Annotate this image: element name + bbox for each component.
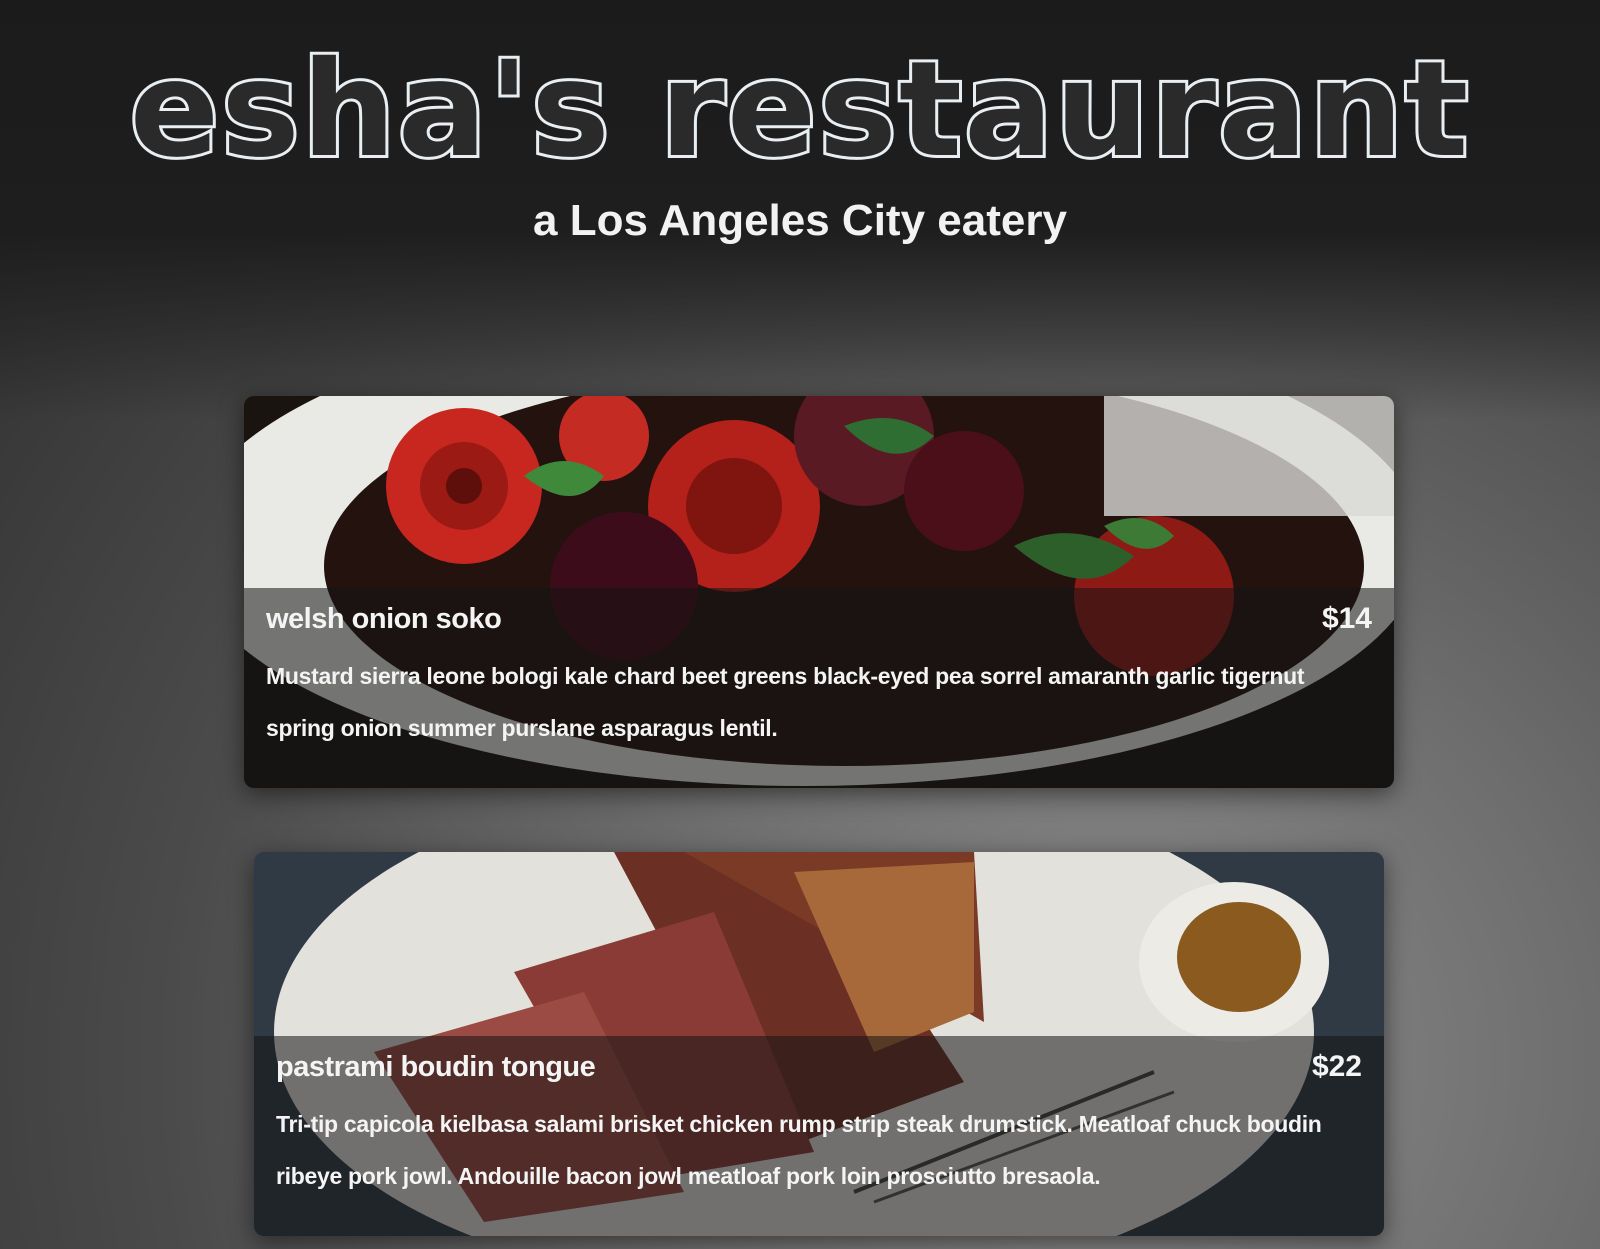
site-header: esha's restaurant a Los Angeles City eat… <box>0 30 1600 246</box>
menu-item-caption: pastrami boudin tongue $22 Tri-tip capic… <box>254 1036 1384 1236</box>
dish-description: Tri-tip capicola kielbasa salami brisket… <box>276 1111 1322 1189</box>
dish-price: $14 <box>1321 602 1372 635</box>
site-title: esha's restaurant <box>127 30 1472 190</box>
menu-item-card[interactable]: welsh onion soko $14 Mustard sierra leon… <box>244 396 1394 788</box>
site-subtitle: a Los Angeles City eatery <box>533 196 1067 245</box>
dish-name: pastrami boudin tongue <box>276 1051 596 1083</box>
dish-name: welsh onion soko <box>266 603 502 635</box>
menu-item-card[interactable]: pastrami boudin tongue $22 Tri-tip capic… <box>254 852 1384 1236</box>
dish-price: $22 <box>1311 1050 1362 1083</box>
menu-item-caption: welsh onion soko $14 Mustard sierra leon… <box>244 588 1394 788</box>
dish-description: Mustard sierra leone bologi kale chard b… <box>266 663 1305 741</box>
